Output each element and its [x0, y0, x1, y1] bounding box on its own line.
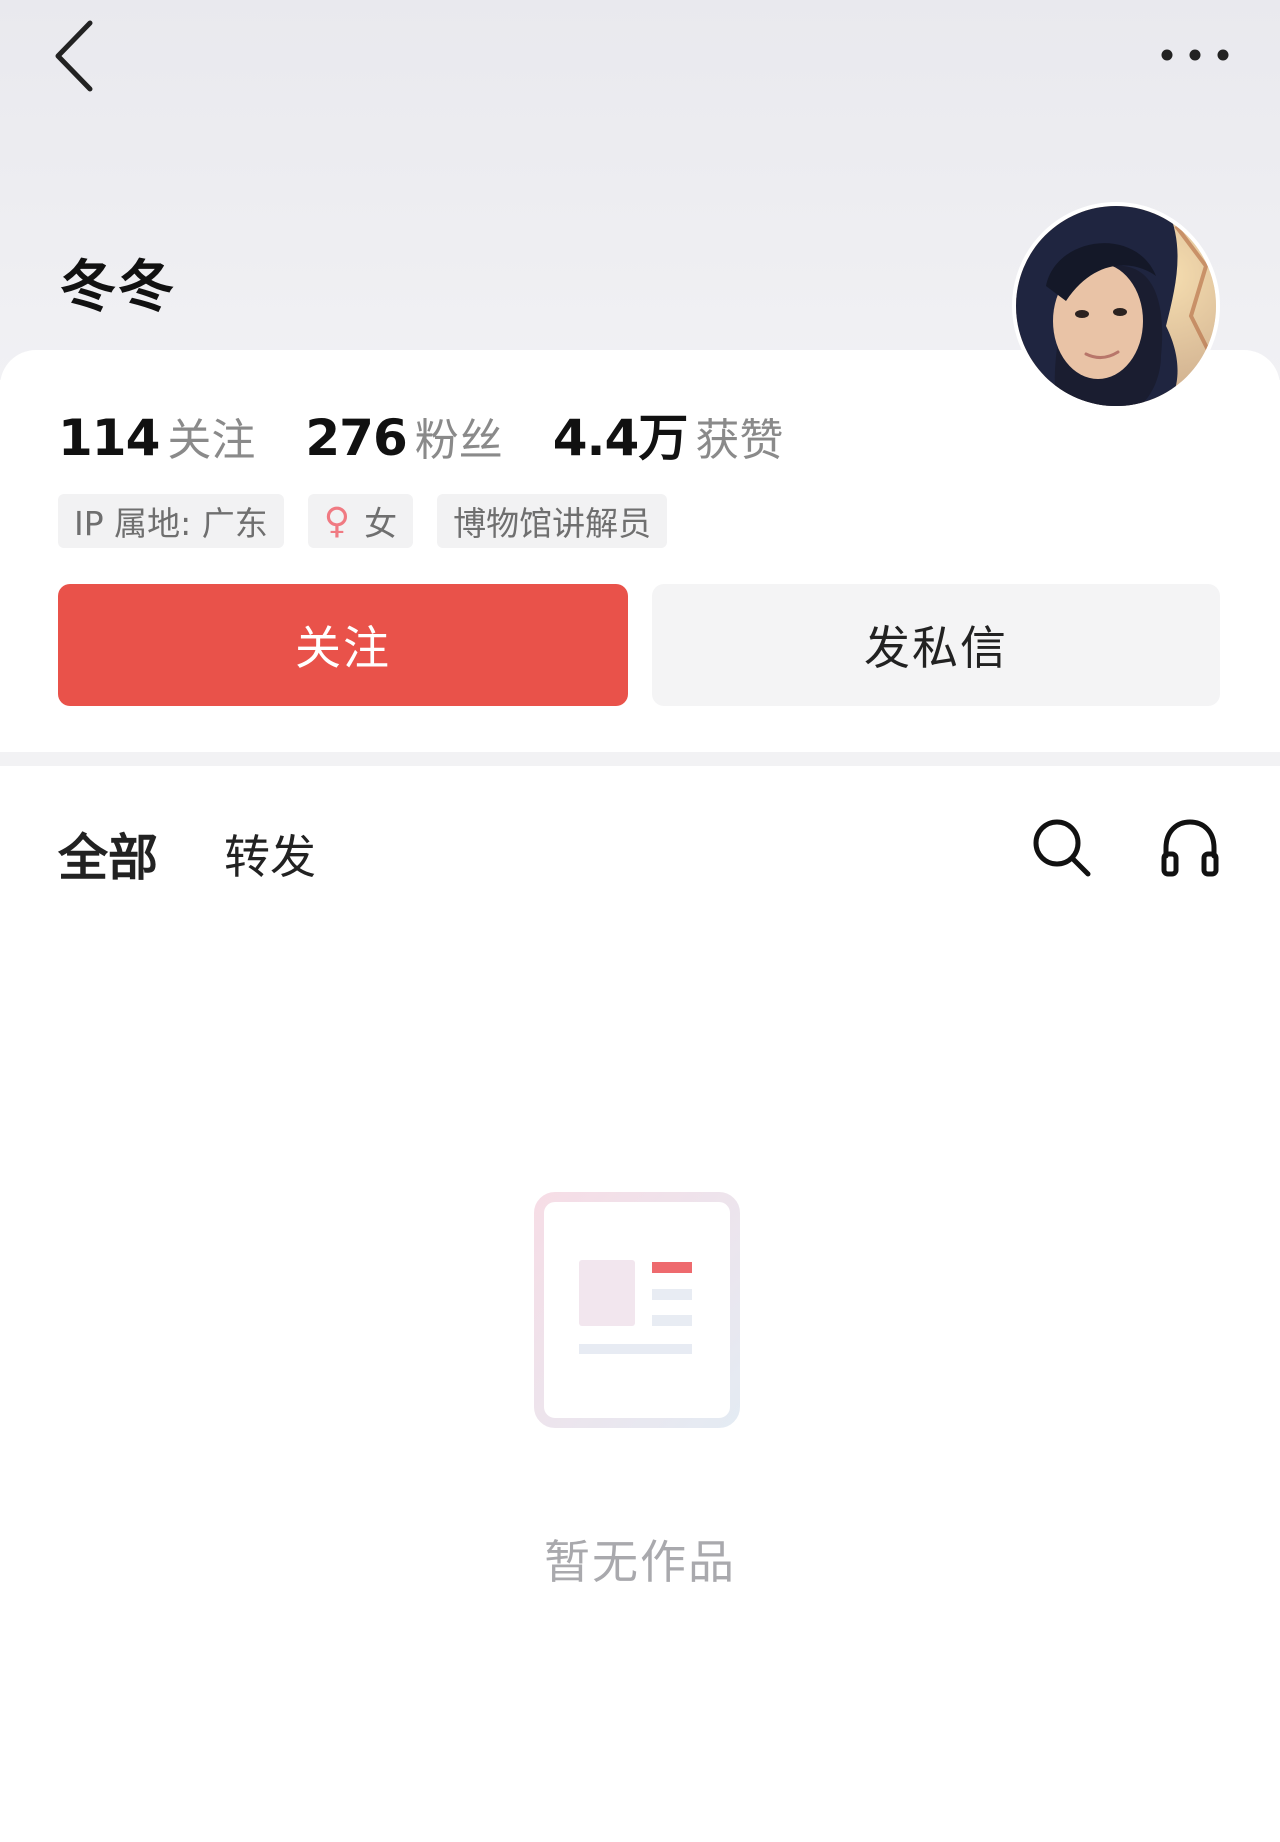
- headphones-icon: [1161, 819, 1219, 877]
- profile-stats: 114 关注 276 粉丝 4.4万 获赞: [58, 398, 833, 468]
- send-message-button[interactable]: 发私信: [652, 584, 1220, 706]
- likes-count: 4.4万: [552, 409, 689, 467]
- gender-text: 女: [364, 504, 398, 543]
- female-icon: ♀: [323, 500, 351, 542]
- tab-repost[interactable]: 转发: [224, 821, 316, 887]
- followers-count: 276: [305, 409, 407, 467]
- following-stat[interactable]: 114 关注: [58, 404, 255, 468]
- following-count: 114: [58, 409, 160, 467]
- profile-tags: IP 属地: 广东 ♀ 女 博物馆讲解员: [58, 494, 668, 548]
- tab-all[interactable]: 全部: [58, 818, 158, 890]
- section-divider: [0, 752, 1280, 766]
- avatar-image: [1016, 206, 1216, 406]
- search-icon: [1033, 819, 1091, 877]
- likes-label: 获赞: [695, 415, 784, 466]
- document-icon: [534, 1192, 740, 1428]
- ip-location-text: IP 属地: 广东: [74, 504, 268, 543]
- search-button[interactable]: [1022, 808, 1102, 888]
- more-options-button[interactable]: [1150, 30, 1240, 80]
- empty-content-illustration: [534, 1192, 740, 1428]
- gender-tag: ♀ 女: [307, 494, 414, 548]
- avatar[interactable]: [1012, 202, 1220, 410]
- occupation-text: 博物馆讲解员: [453, 504, 652, 543]
- follow-button[interactable]: 关注: [58, 584, 628, 706]
- back-button[interactable]: [44, 16, 104, 96]
- followers-label: 粉丝: [414, 415, 503, 466]
- profile-name: 冬冬: [60, 255, 176, 320]
- ip-location-tag: IP 属地: 广东: [58, 494, 284, 548]
- following-label: 关注: [167, 415, 256, 466]
- content-tabs: 全部 转发: [58, 818, 316, 890]
- chevron-left-icon: [55, 20, 93, 92]
- likes-stat[interactable]: 4.4万 获赞: [553, 398, 784, 470]
- followers-stat[interactable]: 276 粉丝: [305, 404, 502, 468]
- empty-state-text: 暂无作品: [544, 1535, 736, 1589]
- more-dots-icon: [1161, 49, 1229, 61]
- occupation-tag: 博物馆讲解员: [437, 494, 668, 548]
- listen-button[interactable]: [1150, 808, 1230, 888]
